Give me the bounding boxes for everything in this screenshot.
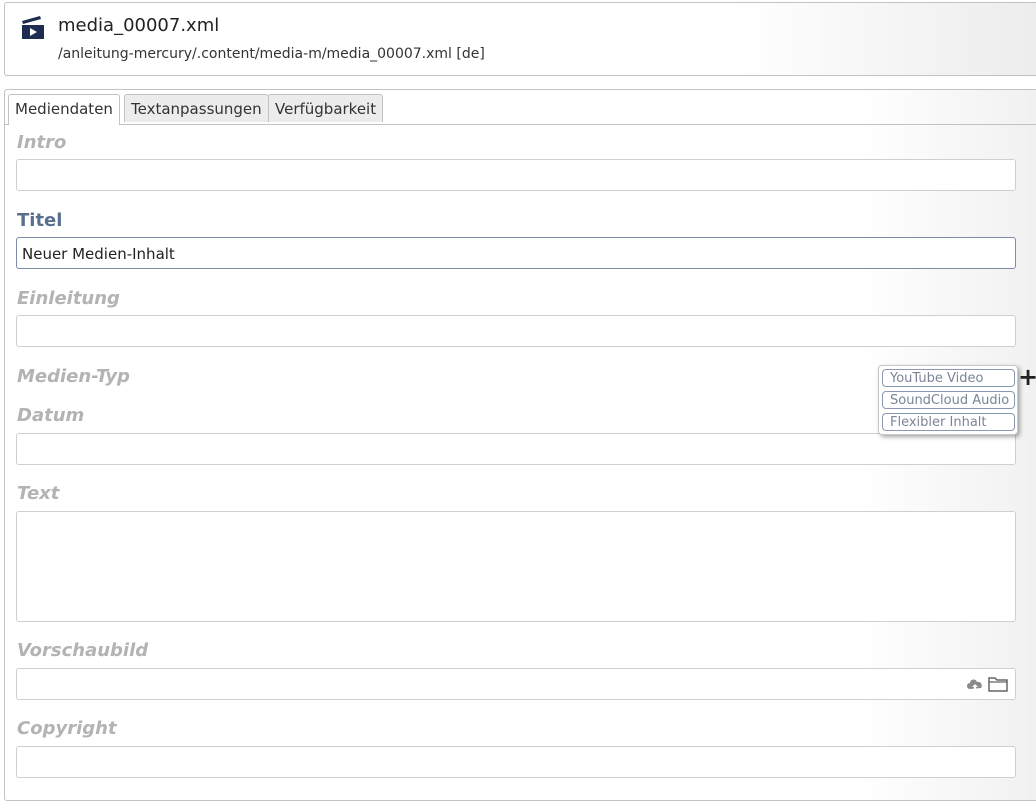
titel-value: Neuer Medien-Inhalt: [22, 245, 175, 263]
document-title: media_00007.xml: [58, 15, 220, 36]
label-titel: Titel: [17, 210, 63, 231]
document-path: /anleitung-mercury/.content/media-m/medi…: [58, 46, 485, 62]
media-content-icon: [22, 16, 44, 39]
choice-flexibler-inhalt[interactable]: Flexibler Inhalt: [882, 413, 1015, 431]
label-intro: Intro: [17, 132, 67, 153]
text-area[interactable]: [16, 511, 1016, 622]
label-einleitung: Einleitung: [17, 288, 120, 309]
datum-input[interactable]: [16, 433, 1016, 465]
label-text: Text: [17, 483, 60, 504]
einleitung-input[interactable]: [16, 315, 1016, 347]
label-medientyp: Medien-Typ: [17, 366, 130, 387]
tab-textanpassungen[interactable]: Textanpassungen: [124, 94, 269, 122]
folder-icon[interactable]: [987, 675, 1009, 693]
vorschaubild-input[interactable]: [16, 668, 1016, 700]
upload-cloud-icon[interactable]: [965, 675, 985, 693]
add-icon[interactable]: +: [1018, 365, 1036, 390]
copyright-input[interactable]: [16, 746, 1016, 778]
content-editor: Mediendaten Textanpassungen Verfügbarkei…: [4, 89, 1036, 801]
intro-input[interactable]: [16, 159, 1016, 191]
label-copyright: Copyright: [17, 718, 117, 739]
choice-soundcloud-audio[interactable]: SoundCloud Audio: [882, 391, 1015, 409]
tab-verfuegbarkeit[interactable]: Verfügbarkeit: [268, 94, 384, 122]
tab-bar: Mediendaten Textanpassungen Verfügbarkei…: [5, 94, 1036, 125]
medientyp-choice-menu: YouTube Video SoundCloud Audio Flexibler…: [878, 365, 1018, 435]
vorschaubild-actions: [965, 675, 1009, 695]
titel-input[interactable]: Neuer Medien-Inhalt: [16, 237, 1016, 269]
choice-youtube-video[interactable]: YouTube Video: [882, 369, 1015, 387]
label-datum: Datum: [17, 405, 85, 426]
label-vorschaubild: Vorschaubild: [17, 640, 149, 661]
tab-mediendaten[interactable]: Mediendaten: [8, 94, 120, 125]
document-header: media_00007.xml /anleitung-mercury/.cont…: [4, 2, 1036, 76]
